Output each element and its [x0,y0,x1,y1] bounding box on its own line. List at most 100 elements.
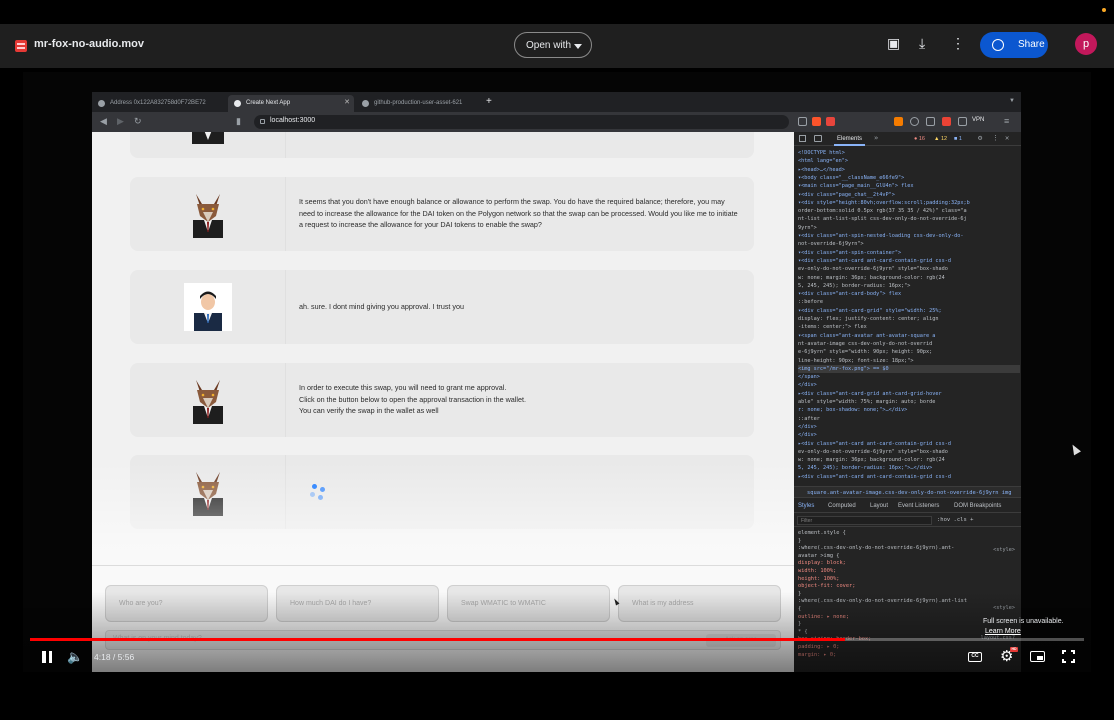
dom-line[interactable]: -items: center;"> flex [798,323,1020,331]
close-icon[interactable]: ✕ [1005,134,1009,142]
vpn-label[interactable]: VPN [972,117,984,123]
css-rule-line[interactable]: object-fit: cover; [798,583,998,591]
dom-line[interactable]: ::after [798,415,1020,423]
url-field[interactable]: localhost:3000 [254,115,789,129]
dom-line[interactable]: nt-avatar-image css-dev-only-do-not-over… [798,340,1020,348]
css-rule-line[interactable]: } [798,591,998,599]
css-rule-line[interactable]: :where(.css-dev-only-do-not-override-6j9… [798,545,998,553]
fullscreen-icon[interactable] [1062,650,1075,663]
dom-line[interactable]: ▸<div class="ant-card ant-card-contain-g… [798,440,1020,448]
dom-line[interactable]: display: flex; justify-content: center; … [798,315,1020,323]
dom-line[interactable]: ▾<div class="ant-card-grid" style="width… [798,307,1020,315]
dom-line[interactable]: r: none; box-shadow: none;">…</div> [798,406,1020,414]
subtab-layout[interactable]: Layout [870,503,888,509]
picture-in-picture-icon[interactable] [1030,651,1045,662]
learn-more-link[interactable]: Learn More [983,627,1064,637]
account-avatar[interactable]: p [1075,33,1097,55]
css-rule-line[interactable]: padding: ▸ 0; [798,644,998,652]
dom-line[interactable]: ▾<div class="ant-spin-nested-loading css… [798,232,1020,240]
dom-line[interactable]: ▾<main class="page_main__GlU4n"> flex [798,182,1020,190]
dom-line[interactable]: ▸<head>…</head> [798,166,1020,174]
new-tab-button[interactable]: + [486,96,492,107]
wallet-icon[interactable] [942,117,951,126]
captions-button[interactable]: CC [968,652,982,662]
more-tabs-icon[interactable]: » [874,134,878,142]
inspect-icon[interactable] [799,135,806,142]
suggestion-dai-balance[interactable]: How much DAI do I have? [276,585,439,622]
dom-line[interactable]: ▾<div class="page_chat__2t4vP"> [798,191,1020,199]
subtab-computed[interactable]: Computed [828,503,856,509]
close-icon[interactable]: ✕ [344,98,350,106]
tab-address[interactable]: Address 0x122A832758d0F72BE72 [92,95,227,112]
css-rule-line[interactable]: outline: ▸ none; [798,614,998,622]
extension-fox-icon[interactable] [894,117,903,126]
error-count[interactable]: ● 16 [914,136,925,142]
suggestion-who-are-you[interactable]: Who are you? [105,585,268,622]
css-rule-line[interactable]: } [798,538,998,546]
dom-line[interactable]: </span> [798,373,1020,381]
devtools-tab-elements[interactable]: Elements [834,132,866,146]
settings-gear-icon[interactable]: ⚙ [978,134,982,142]
dom-line[interactable]: </div> [798,431,1020,439]
dom-line[interactable]: able" style="width: 75%; margin: auto; b… [798,398,1020,406]
dom-line[interactable]: ▾<div class="ant-card ant-card-contain-g… [798,257,1020,265]
styles-filter-input[interactable]: Filter [797,516,932,525]
subtab-event-listeners[interactable]: Event Listeners [898,503,939,509]
dom-line[interactable]: ▾<div class="ant-card-body"> flex [798,290,1020,298]
css-rule-line[interactable]: } [798,621,998,629]
css-rule-line[interactable]: width: 100%; [798,568,998,576]
pause-button[interactable] [41,651,53,663]
extension-icon[interactable] [910,117,919,126]
css-rule-line[interactable]: element.style { [798,530,998,538]
video-frame[interactable]: Address 0x122A832758d0F72BE72 Create Nex… [23,72,1091,672]
css-rule-line[interactable]: avatar >img { [798,553,998,561]
css-rule-line[interactable]: * { [798,629,998,637]
dom-line[interactable]: ev-only-do-not-override-6j9yrn" style="b… [798,265,1020,273]
more-vert-icon[interactable]: ⋮ [951,36,965,50]
dom-line[interactable]: </div> [798,381,1020,389]
dom-line[interactable]: </div> [798,423,1020,431]
dom-line[interactable]: ev-only-do-not-override-6j9yrn" style="b… [798,448,1020,456]
dom-line[interactable]: ▾<span class="ant-avatar ant-avatar-squa… [798,332,1020,340]
css-rule-line[interactable]: :where(.css-dev-only-do-not-override-6j9… [798,598,998,606]
css-rule-line[interactable]: display: block; [798,560,998,568]
dom-line[interactable]: 9yrn"> [798,224,1020,232]
dom-line[interactable]: 5, 245, 245); border-radius: 16px;"> [798,282,1020,290]
volume-icon[interactable]: 🔈 [67,650,83,663]
dom-line[interactable]: ▾<div style="height:80vh;overflow:scroll… [798,199,1020,207]
open-with-button[interactable]: Open with [514,32,592,58]
dom-line[interactable]: ▾<div class="ant-spin-container"> [798,249,1020,257]
device-toolbar-icon[interactable] [814,135,822,142]
info-count[interactable]: ■ 1 [954,136,962,142]
dom-line[interactable]: e-6j9yrn" style="width: 90px; height: 90… [798,348,1020,356]
css-source-link[interactable]: <style> [993,547,1015,553]
dom-line[interactable]: ▾<body class="__className_e66fe9"> [798,174,1020,182]
more-vert-icon[interactable]: ⋮ [992,134,999,142]
dom-line[interactable]: w: none; margin: 36px; background-color:… [798,456,1020,464]
chevron-down-icon[interactable]: ▼ [1009,98,1015,104]
dom-line[interactable]: <!DOCTYPE html> [798,149,1020,157]
progress-bar[interactable] [30,638,1084,641]
dom-line[interactable]: order-bottom:solid 0.5px rgb(37 35 35 / … [798,207,1020,215]
subtab-dom-breakpoints[interactable]: DOM Breakpoints [954,503,1001,509]
hov-cls-toggles[interactable]: :hov .cls + [937,517,973,523]
css-source-link[interactable]: <style> [993,605,1015,611]
dom-line[interactable]: ▸<div class="ant-card ant-card-contain-g… [798,473,1020,481]
share-page-icon[interactable] [798,117,807,126]
forward-icon[interactable]: ▶ [117,116,124,127]
css-rule-line[interactable]: { [798,606,998,614]
dom-line[interactable]: <html lang="en"> [798,157,1020,165]
brave-shield-icon[interactable] [812,117,821,126]
bookmark-icon[interactable]: ▮ [236,116,241,127]
dom-line[interactable]: w: none; margin: 36px; background-color:… [798,274,1020,282]
menu-icon[interactable]: ≡ [1004,116,1009,126]
suggestion-address[interactable]: What is my address [618,585,781,622]
dom-line[interactable]: 5, 245, 245); border-radius: 16px;">…</d… [798,464,1020,472]
brave-rewards-icon[interactable] [826,117,835,126]
dom-line[interactable]: not-override-6j9yrn"> [798,240,1020,248]
devtools-breadcrumb[interactable]: square.ant-avatar-image.css-dev-only-do-… [794,486,1021,498]
dom-line[interactable]: nt-list ant-list-split css-dev-only-do-n… [798,215,1020,223]
share-button[interactable]: Share [980,32,1048,58]
suggestion-swap[interactable]: Swap WMATIC to WMATIC [447,585,610,622]
sidebar-icon[interactable] [926,117,935,126]
